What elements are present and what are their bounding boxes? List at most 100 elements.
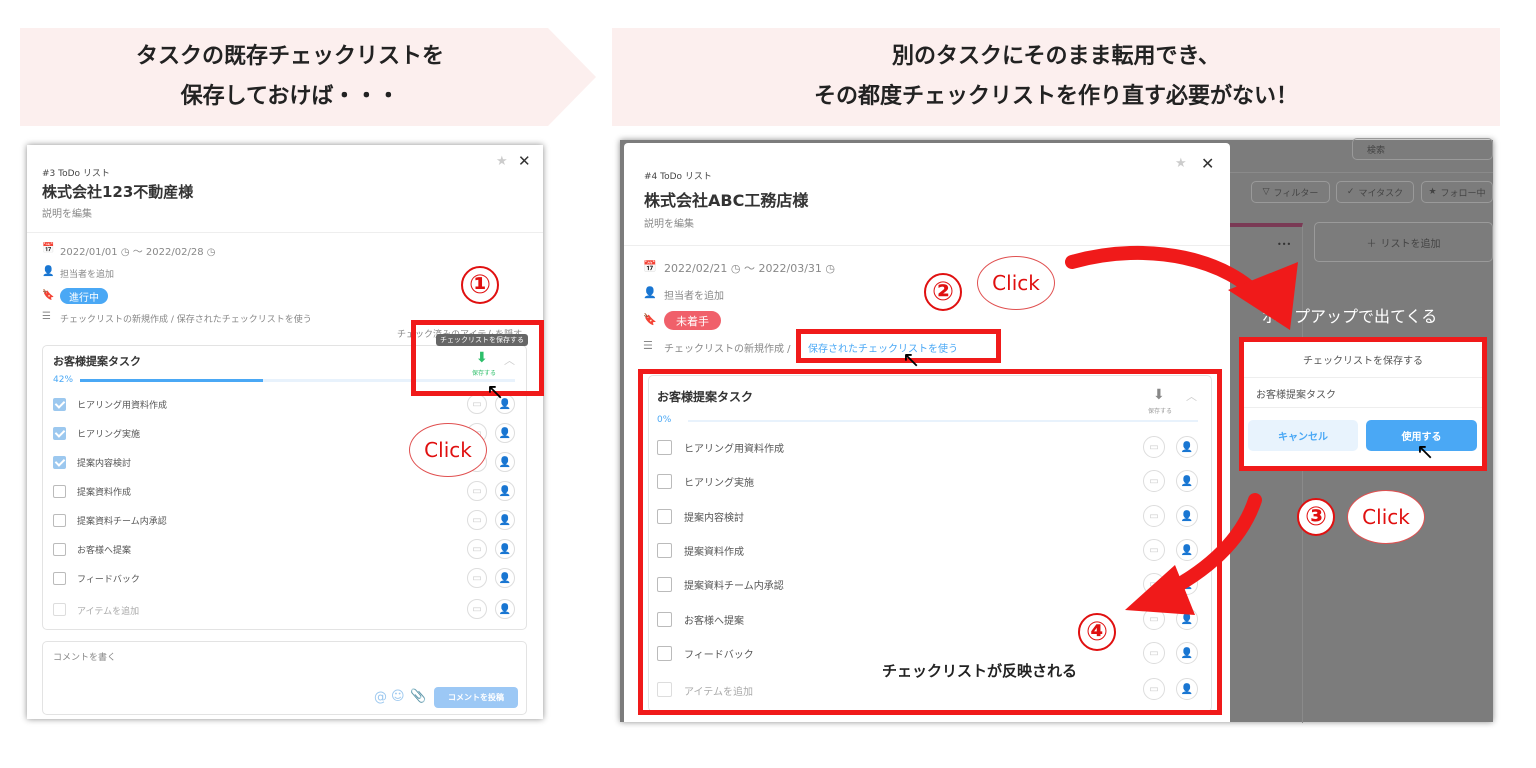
banner-line: タスクの既存チェックリストを: [135, 44, 444, 69]
mention-icon[interactable]: @: [374, 690, 387, 705]
item-checkbox[interactable]: [53, 543, 66, 556]
popup-caption: ポップアップで出てくる: [1262, 307, 1438, 326]
item-checkbox[interactable]: [53, 514, 66, 527]
checklist-actions[interactable]: チェックリストの新規作成 / 保存されたチェックリストを使う: [60, 312, 312, 325]
task-title[interactable]: 株式会社123不動産様: [42, 181, 193, 202]
search-input[interactable]: 検索: [1352, 138, 1493, 160]
star-icon[interactable]: ★: [1175, 156, 1187, 171]
item-checkbox[interactable]: [53, 572, 66, 585]
filter-button[interactable]: ▽ フィルター: [1251, 181, 1330, 203]
filter-label: フィルター: [1273, 188, 1319, 199]
due-date-icon[interactable]: ▭: [467, 481, 487, 501]
checklist-item-label[interactable]: 提案資料チーム内承認: [77, 514, 167, 527]
add-assignee[interactable]: 担当者を追加: [60, 267, 114, 280]
bookmark-icon: 🔖: [643, 313, 657, 326]
breadcrumb: #4 ToDo リスト: [644, 172, 712, 182]
due-date-icon[interactable]: ▭: [467, 539, 487, 559]
attachment-icon[interactable]: 📎: [410, 689, 426, 704]
add-item-checkbox: [53, 603, 66, 616]
step-2-marker: ②: [924, 273, 962, 311]
due-date-icon[interactable]: ▭: [467, 568, 487, 588]
close-icon[interactable]: ✕: [518, 152, 531, 170]
step-3-marker: ③: [1297, 498, 1335, 536]
comment-input[interactable]: コメントを書く: [53, 650, 116, 663]
following-label: フォロー中: [1440, 188, 1486, 199]
checklist-item-label[interactable]: お客様へ提案: [77, 543, 131, 556]
person-icon: 👤: [643, 286, 657, 299]
item-checkbox[interactable]: [53, 456, 66, 469]
cancel-button[interactable]: キャンセル: [1248, 420, 1358, 451]
add-list-label: リストを追加: [1380, 238, 1441, 250]
highlight-box: [796, 329, 1001, 363]
edit-description-link[interactable]: 説明を編集: [644, 215, 694, 230]
edit-description-link[interactable]: 説明を編集: [42, 205, 92, 220]
following-button[interactable]: ★ フォロー中: [1421, 181, 1493, 203]
checklist-name-field[interactable]: お客様提案タスク: [1244, 378, 1482, 408]
right-banner: 別のタスクにそのまま転用でき、 その都度チェックリストを作り直す必要がない！: [612, 28, 1500, 126]
assign-icon[interactable]: 👤: [495, 539, 515, 559]
assign-icon[interactable]: 👤: [495, 568, 515, 588]
date-range[interactable]: 2022/02/21 ◷ 〜 2022/03/31 ◷: [664, 260, 835, 276]
cursor-icon: ↖: [486, 380, 505, 405]
star-icon[interactable]: ★: [496, 154, 508, 169]
close-icon[interactable]: ✕: [1201, 154, 1214, 173]
task-title[interactable]: 株式会社ABC工務店様: [644, 187, 808, 211]
emoji-icon[interactable]: ☺: [391, 689, 405, 704]
start-date[interactable]: 2022/01/01: [60, 247, 118, 258]
assign-icon[interactable]: 👤: [495, 452, 515, 472]
add-list-button[interactable]: ＋リストを追加: [1314, 222, 1493, 262]
checklist-item-label[interactable]: フィードバック: [77, 572, 140, 585]
checklist-title[interactable]: お客様提案タスク: [53, 353, 141, 369]
due-date-icon[interactable]: ▭: [467, 510, 487, 530]
highlight-box: [411, 320, 544, 396]
date-separator: 〜: [132, 247, 143, 258]
cursor-icon: ↖: [1416, 440, 1435, 465]
add-item-input[interactable]: アイテムを追加: [77, 604, 139, 617]
progress-label: 42%: [53, 375, 74, 385]
assign-icon[interactable]: 👤: [495, 481, 515, 501]
list-icon: ☰: [643, 339, 653, 352]
assign-icon[interactable]: 👤: [495, 423, 515, 443]
new-checklist-link[interactable]: チェックリストの新規作成 /: [664, 340, 791, 355]
status-badge[interactable]: 進行中: [60, 288, 108, 304]
assign-icon[interactable]: 👤: [495, 510, 515, 530]
start-date[interactable]: 2022/02/21: [664, 262, 727, 275]
status-badge[interactable]: 未着手: [664, 311, 721, 330]
item-checkbox[interactable]: [53, 398, 66, 411]
my-tasks-button[interactable]: ✓ マイタスク: [1336, 181, 1414, 203]
checklist-item-label[interactable]: ヒアリング用資料作成: [77, 398, 167, 411]
click-bubble: Click: [409, 423, 487, 477]
post-comment-button[interactable]: コメントを投稿: [434, 687, 518, 708]
breadcrumb: #3 ToDo リスト: [42, 169, 110, 179]
banner-line: 保存しておけば・・・: [180, 84, 400, 109]
list-column: [1230, 223, 1303, 723]
divider: [27, 232, 543, 233]
plus-icon: ＋: [1366, 238, 1377, 250]
due-date-icon[interactable]: ▭: [467, 394, 487, 414]
assign-icon[interactable]: 👤: [495, 599, 515, 619]
popup-title: チェックリストを保存する: [1244, 342, 1482, 378]
more-icon[interactable]: •••: [1277, 240, 1291, 249]
due-date-icon[interactable]: ▭: [467, 599, 487, 619]
check-icon: ✓: [1346, 187, 1355, 197]
date-range[interactable]: 2022/01/01 ◷ 〜 2022/02/28 ◷: [60, 243, 215, 258]
end-date[interactable]: 2022/03/31: [759, 262, 822, 275]
click-bubble: Click: [1347, 490, 1425, 544]
reflected-caption: チェックリストが反映される: [882, 662, 1078, 680]
item-checkbox[interactable]: [53, 427, 66, 440]
star-icon: ★: [1428, 187, 1437, 197]
step-1-marker: ①: [461, 266, 499, 304]
add-assignee[interactable]: 担当者を追加: [664, 287, 724, 302]
end-date[interactable]: 2022/02/28: [146, 247, 204, 258]
calendar-icon: 📅: [42, 243, 55, 254]
divider: [624, 245, 1230, 246]
date-separator: 〜: [744, 262, 755, 275]
checklist-item-label[interactable]: 提案資料作成: [77, 485, 131, 498]
progress-fill: [80, 379, 263, 382]
checklist-item-label[interactable]: ヒアリング実施: [77, 427, 140, 440]
banner-line: 別のタスクにそのまま転用でき、: [891, 44, 1221, 69]
list-icon: ☰: [42, 311, 51, 322]
my-tasks-label: マイタスク: [1358, 188, 1404, 199]
checklist-item-label[interactable]: 提案内容検討: [77, 456, 131, 469]
item-checkbox[interactable]: [53, 485, 66, 498]
